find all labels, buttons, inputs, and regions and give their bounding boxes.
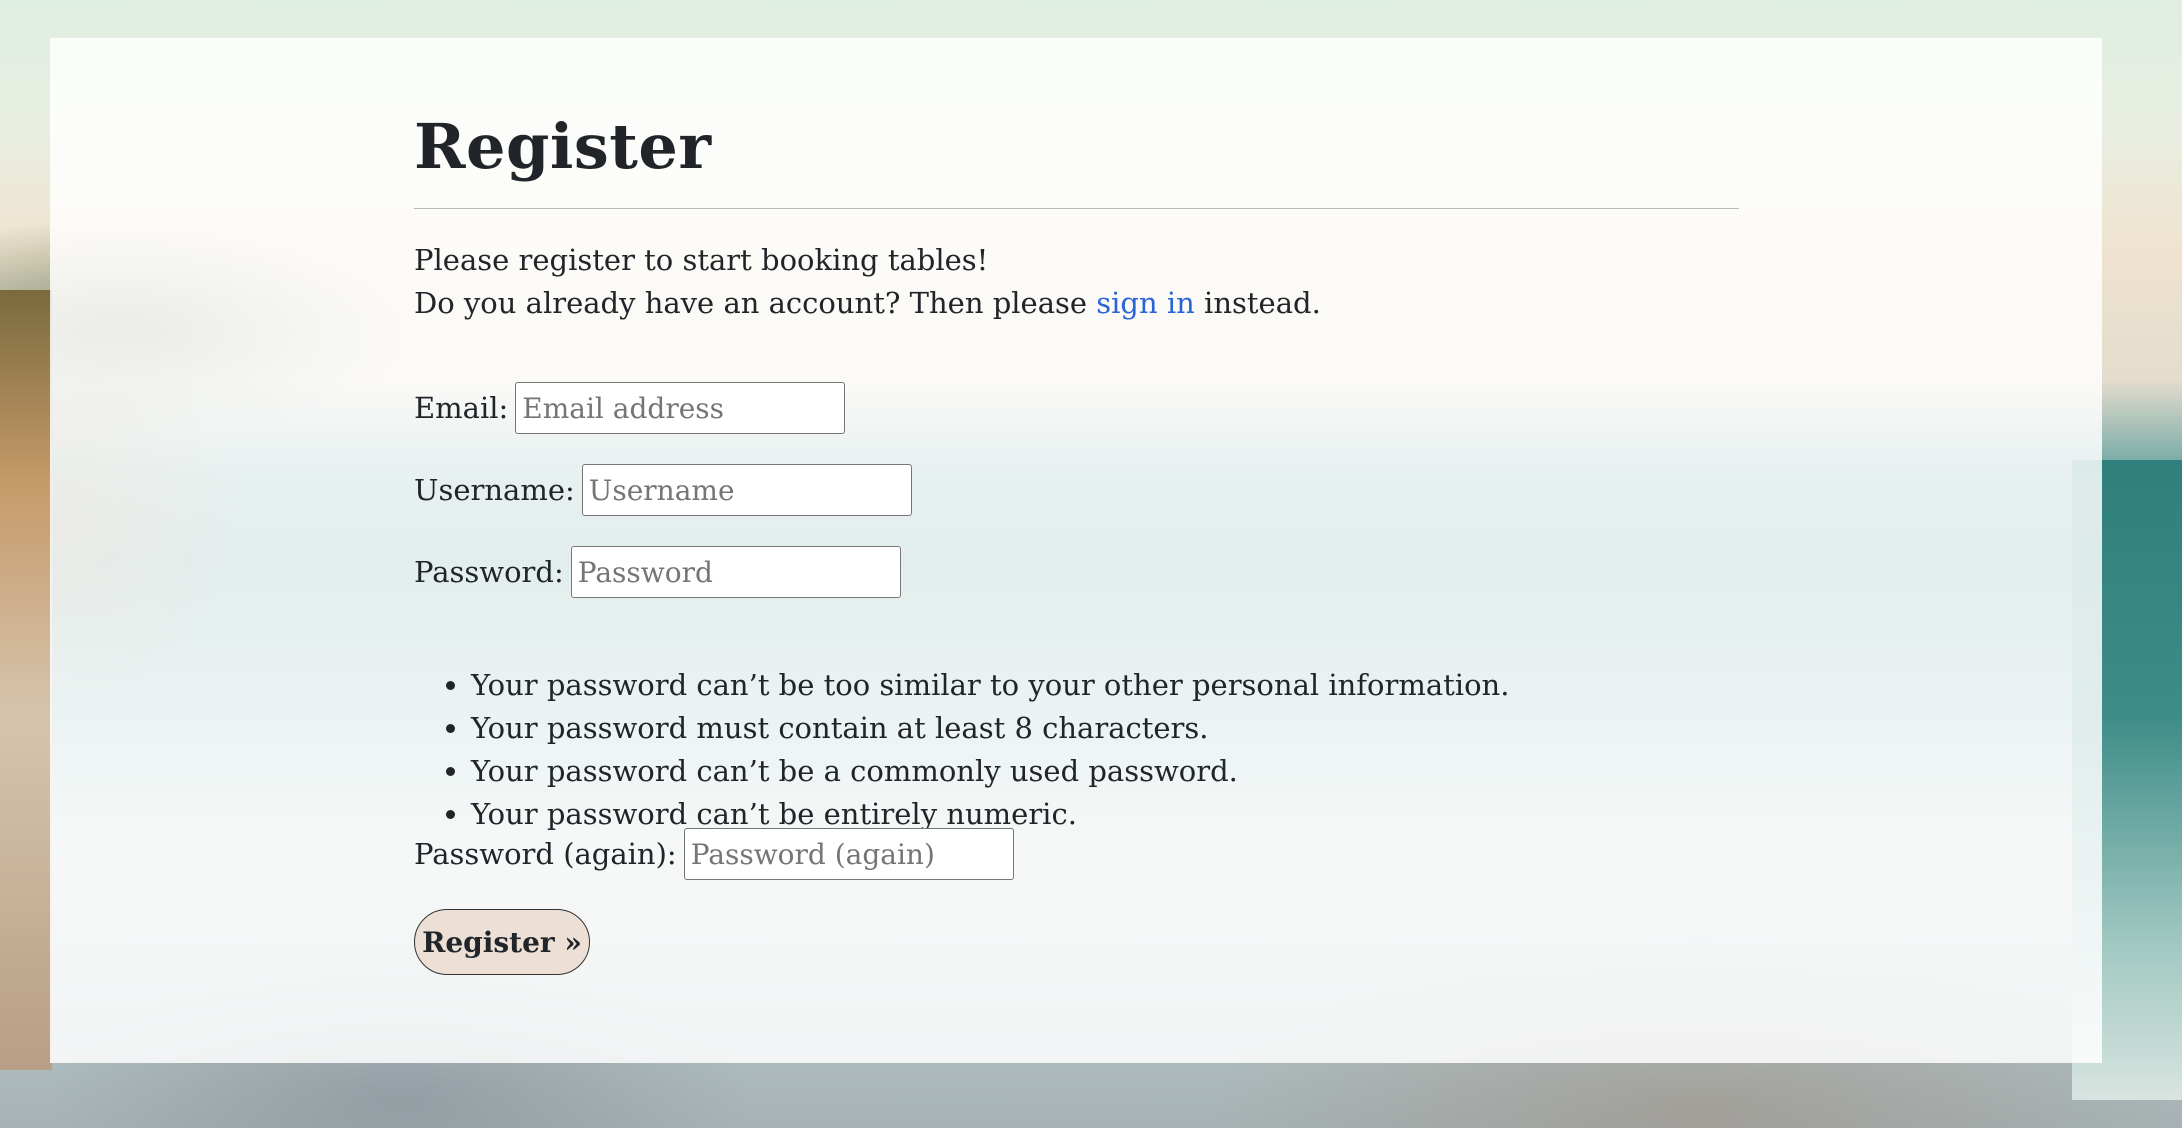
title-divider: [414, 208, 1739, 209]
password-label: Password:: [414, 555, 564, 589]
page-title: Register: [414, 110, 712, 183]
register-panel: Register Please register to start bookin…: [50, 38, 2102, 1063]
password-help-item: Your password must contain at least 8 ch…: [471, 707, 1509, 750]
username-row: Username:: [414, 464, 912, 516]
email-field[interactable]: [515, 382, 846, 434]
intro-line-1: Please register to start booking tables!: [414, 243, 989, 277]
intro-line-2-suffix: instead.: [1194, 286, 1321, 320]
background-sand: [0, 290, 52, 1070]
intro-line-2-prefix: Do you already have an account? Then ple…: [414, 286, 1097, 320]
username-label: Username:: [414, 473, 575, 507]
email-row: Email:: [414, 382, 846, 434]
password-help-item: Your password can’t be a commonly used p…: [471, 750, 1509, 793]
password-again-field[interactable]: [683, 828, 1014, 880]
password-help-item: Your password can’t be too similar to yo…: [471, 664, 1509, 707]
password-again-row: Password (again):: [414, 828, 1014, 880]
password-field[interactable]: [570, 546, 901, 598]
password-help-list: Your password can’t be too similar to yo…: [414, 664, 1509, 836]
intro-text: Please register to start booking tables!…: [414, 239, 1321, 325]
sign-in-link[interactable]: sign in: [1096, 286, 1195, 320]
email-label: Email:: [414, 391, 509, 425]
intro-line-2: Do you already have an account? Then ple…: [414, 282, 1321, 325]
register-button[interactable]: Register »: [414, 909, 590, 975]
username-field[interactable]: [581, 464, 912, 516]
password-again-label: Password (again):: [414, 837, 677, 871]
password-row: Password:: [414, 546, 901, 598]
